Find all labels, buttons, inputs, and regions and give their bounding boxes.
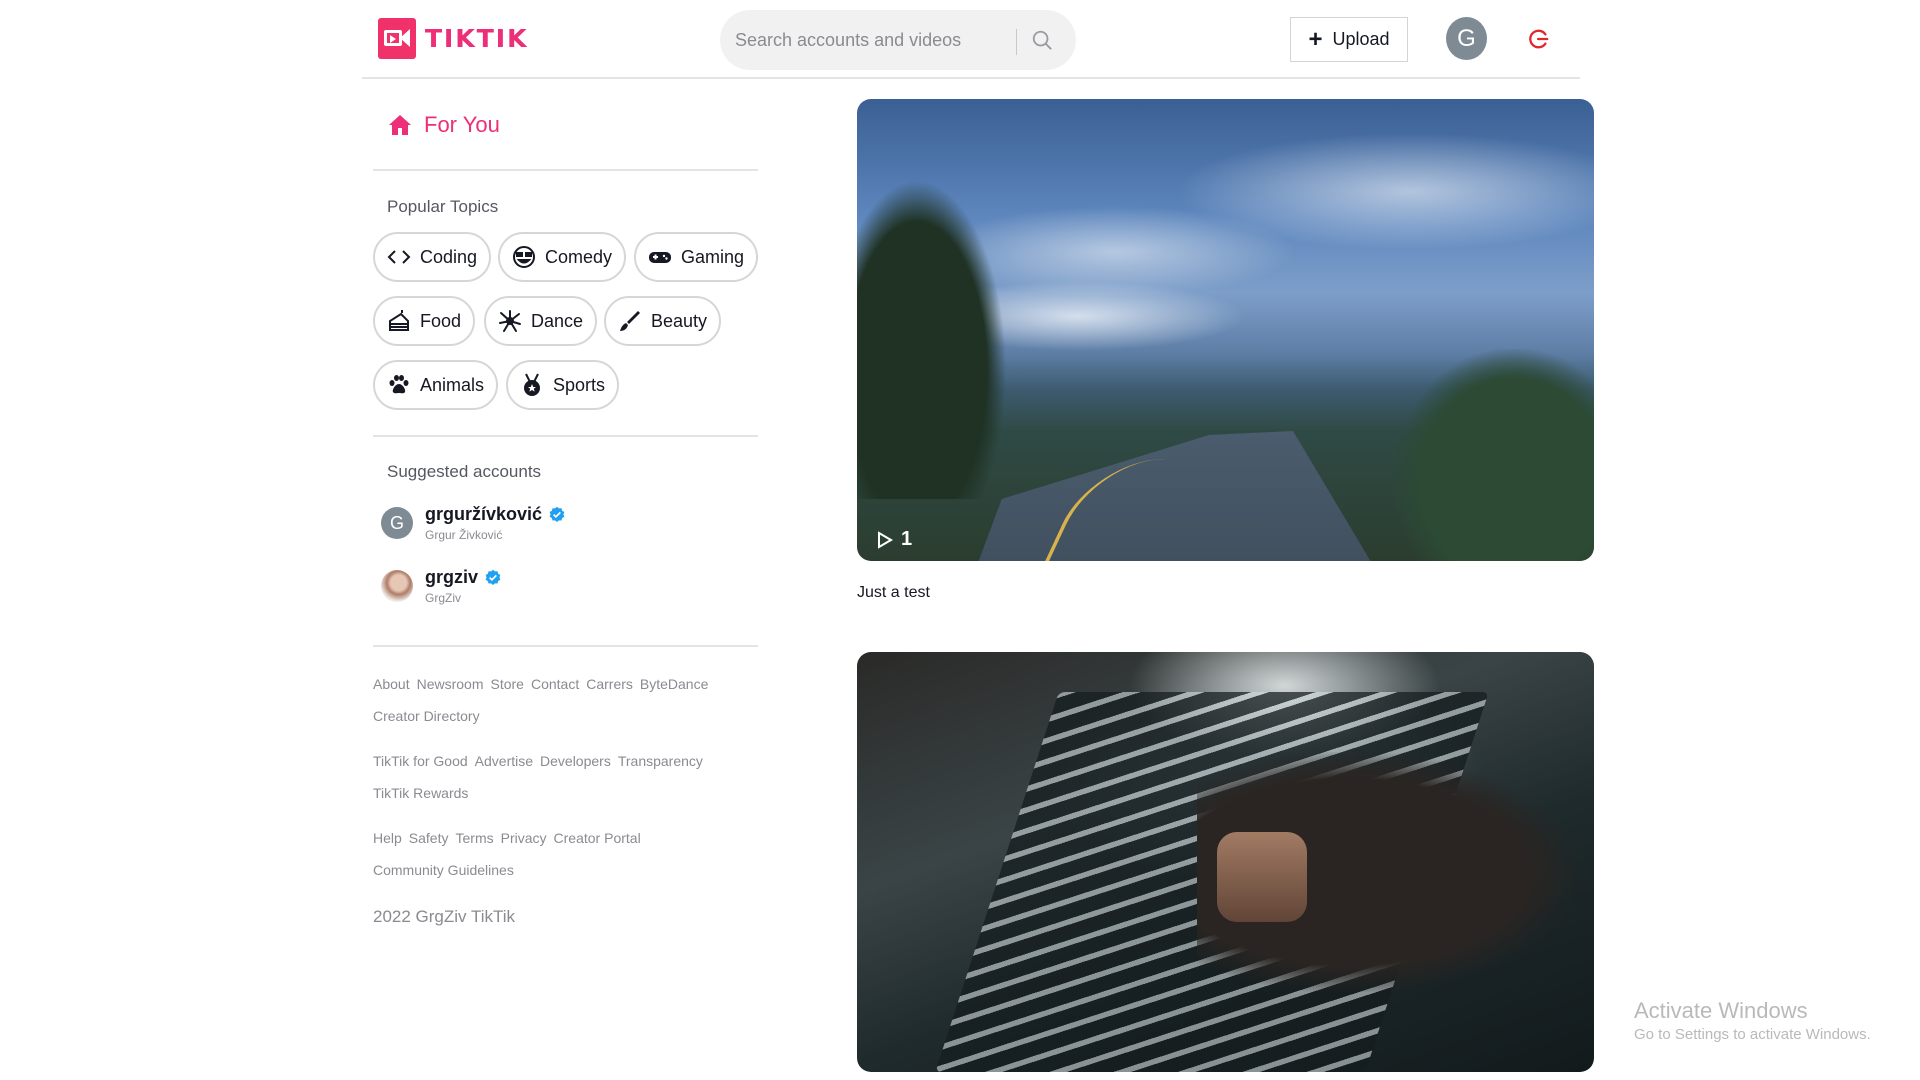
footer-link[interactable]: Privacy [501,830,547,846]
video-card[interactable]: 1 [857,99,1594,561]
topic-gaming[interactable]: Gaming [634,232,759,282]
topic-label: Animals [420,374,485,395]
footer-link[interactable]: Carrers [586,676,633,692]
verified-badge-icon [485,569,501,585]
topic-sports[interactable]: Sports [506,360,620,410]
copyright: 2022 GrgZiv TikTik [373,907,516,926]
user-avatar[interactable]: G [1446,17,1487,60]
footer-link[interactable]: About [373,676,410,692]
account-avatar [381,570,413,602]
footer-link[interactable]: Transparency [618,753,703,769]
topic-label: Beauty [651,310,708,331]
watermark-subtitle: Go to Settings to activate Windows. [1634,1026,1871,1043]
search-divider [1016,29,1017,55]
footer-link[interactable]: Contact [531,676,579,692]
footer-links-group-3: Help Safety Terms Privacy Creator Portal Comm… [373,822,759,886]
paw-icon [387,373,411,397]
upload-button[interactable]: + Upload [1290,17,1408,62]
topic-beauty[interactable]: Beauty [604,296,722,346]
divider [373,169,758,171]
search-bar [720,10,1076,70]
dance-icon [498,309,522,333]
topic-label: Comedy [545,246,613,267]
account-name: Grgur Živković [425,528,503,542]
divider [373,435,758,437]
cake-icon [387,309,411,333]
footer-link[interactable]: Terms [456,830,494,846]
brand-name: TIKTIK [425,24,529,53]
footer-link[interactable]: Community Guidelines [373,862,514,878]
suggested-accounts-title: Suggested accounts [387,462,542,481]
suggested-account[interactable]: G grguržívković Grgur Živković [381,504,566,542]
code-icon [387,245,411,269]
play-count-value: 1 [901,528,913,550]
video-thumbnail-detail [857,179,1007,499]
footer-links-group-2: TikTik for Good Advertise Developers Transp… [373,745,759,809]
topic-label: Gaming [681,246,745,267]
logo-icon [378,18,416,59]
top-navbar: TIKTIK + Upload G [362,0,1580,79]
video-caption: Just a test [857,584,930,601]
medal-icon [520,373,544,397]
topic-animals[interactable]: Animals [373,360,499,410]
gamepad-icon [648,245,672,269]
logout-icon[interactable] [1528,28,1550,50]
for-you-label: For You [424,112,500,137]
search-icon[interactable] [1031,29,1053,51]
divider [373,645,758,647]
footer-link[interactable]: Safety [409,830,449,846]
laughing-face-icon [512,245,536,269]
footer-link[interactable]: TikTik Rewards [373,785,468,801]
topic-label: Dance [531,310,584,331]
search-input[interactable] [720,10,1005,70]
play-icon [878,530,893,549]
account-name: GrgZiv [425,591,461,605]
topic-label: Food [420,310,462,331]
footer-link[interactable]: Advertise [475,753,533,769]
watermark-title: Activate Windows [1634,998,1808,1023]
activate-windows-watermark: Activate Windows Go to Settings to activ… [1634,998,1871,1043]
popular-topics-title: Popular Topics [387,197,499,216]
topic-comedy[interactable]: Comedy [498,232,627,282]
topic-label: Coding [420,246,478,267]
footer-link[interactable]: Creator Portal [554,830,641,846]
home-icon [389,115,411,135]
topic-dance[interactable]: Dance [484,296,598,346]
video-card[interactable] [857,652,1594,1072]
account-avatar: G [381,507,413,539]
footer-link[interactable]: Store [491,676,524,692]
logo[interactable]: TIKTIK [378,18,528,59]
footer-link[interactable]: Developers [540,753,611,769]
upload-label: Upload [1332,29,1390,49]
footer-links-group-1: About Newsroom Store Contact Carrers ByteDanc… [373,668,759,732]
topic-food[interactable]: Food [373,296,476,346]
nav-for-you[interactable]: For You [388,112,500,138]
footer-link[interactable]: TikTik for Good [373,753,468,769]
video-thumbnail-detail [1217,832,1307,922]
footer-link[interactable]: Creator Directory [373,708,480,724]
video-thumbnail-detail [1394,349,1594,561]
footer-link[interactable]: Newsroom [417,676,484,692]
plus-icon: + [1308,25,1323,53]
brush-icon [618,309,642,333]
account-handle: grguržívković [425,504,543,524]
verified-badge-icon [549,506,565,522]
topic-label: Sports [553,374,606,395]
footer-link[interactable]: Help [373,830,402,846]
account-handle: grgziv [425,567,479,587]
play-count: 1 [877,528,912,551]
topic-coding[interactable]: Coding [373,232,492,282]
suggested-account[interactable]: grgziv GrgZiv [381,567,502,605]
footer-link[interactable]: ByteDance [640,676,708,692]
